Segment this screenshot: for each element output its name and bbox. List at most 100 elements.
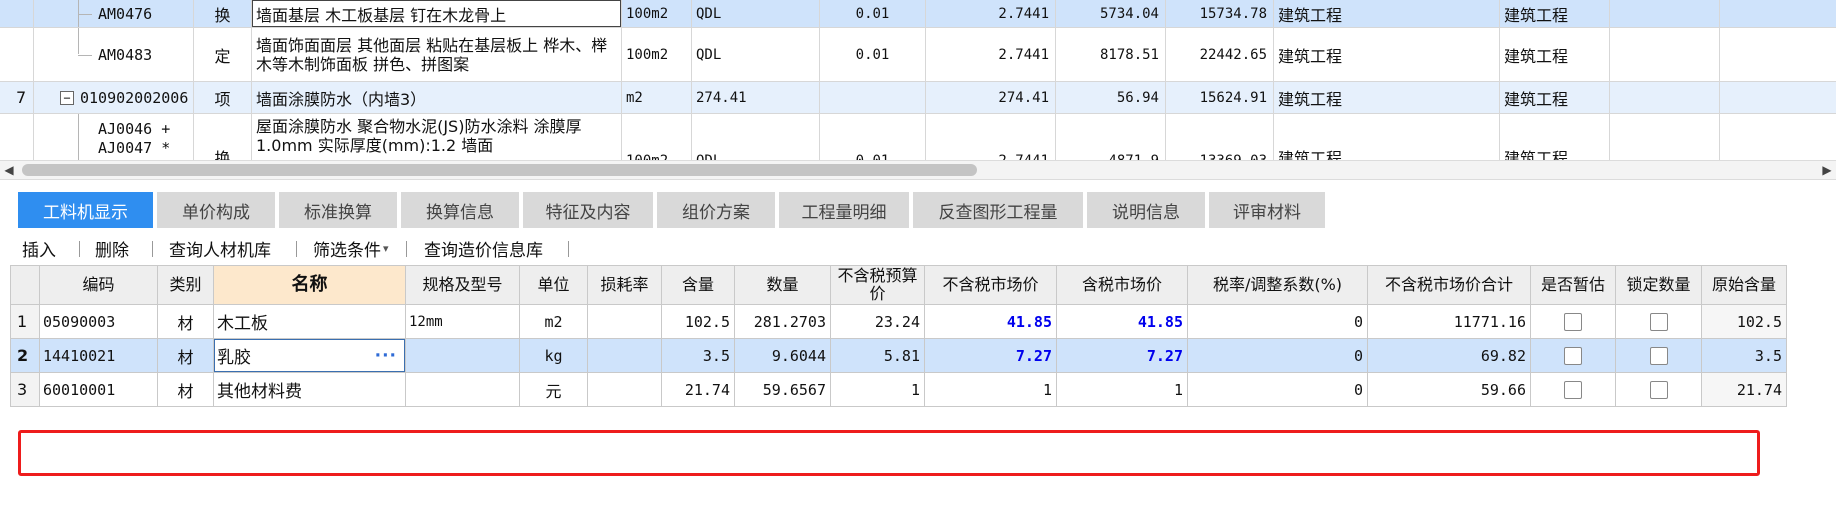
- header-name[interactable]: 名称: [214, 265, 406, 305]
- table-row[interactable]: AM0476 换 墙面基层 木工板基层 钉在木龙骨上 100m2 QDL 0.0…: [0, 0, 1836, 28]
- filter-dropdown[interactable]: 筛选条件 ▾: [313, 236, 389, 261]
- quantity-cell[interactable]: 274.41: [926, 82, 1056, 113]
- unit-cell[interactable]: kg: [520, 339, 588, 373]
- loss-cell[interactable]: [588, 305, 662, 339]
- market-price-cell[interactable]: 7.27: [925, 339, 1057, 373]
- quantity-cell[interactable]: 9.6044: [735, 339, 831, 373]
- code-cell[interactable]: − 010902002006: [34, 82, 194, 113]
- spec-cell[interactable]: 12mm: [406, 305, 520, 339]
- code-cell[interactable]: AM0483: [34, 28, 194, 81]
- header-budget-price[interactable]: 不含税预算价: [831, 265, 925, 305]
- header-type[interactable]: 类别: [158, 265, 214, 305]
- provisional-checkbox[interactable]: [1564, 346, 1582, 365]
- header-tax-rate[interactable]: 税率/调整系数(%): [1188, 265, 1368, 305]
- header-tax-market-price[interactable]: 含税市场价: [1057, 265, 1188, 305]
- type-cell[interactable]: 定: [194, 28, 252, 81]
- collapse-toggle-icon[interactable]: −: [60, 90, 74, 105]
- delete-button[interactable]: 删除: [95, 236, 129, 261]
- category-cell[interactable]: 建筑工程: [1274, 28, 1500, 81]
- budget-price-cell[interactable]: 5.81: [831, 339, 925, 373]
- loss-cell[interactable]: [588, 373, 662, 407]
- name-cell[interactable]: 其他材料费: [214, 373, 406, 407]
- provisional-checkbox[interactable]: [1564, 312, 1582, 331]
- tab-description[interactable]: 说明信息: [1087, 192, 1205, 228]
- category-cell[interactable]: 建筑工程: [1274, 0, 1500, 27]
- header-code[interactable]: 编码: [40, 265, 158, 305]
- header-lock-qty[interactable]: 锁定数量: [1616, 265, 1702, 305]
- quantity-cell[interactable]: 281.2703: [735, 305, 831, 339]
- category-cell[interactable]: 建筑工程: [1274, 114, 1500, 160]
- quantity-cell[interactable]: 2.7441: [926, 0, 1056, 27]
- lock-qty-checkbox[interactable]: [1649, 312, 1668, 331]
- header-market-total[interactable]: 不含税市场价合计: [1368, 265, 1531, 305]
- scroll-left-icon[interactable]: ◀: [0, 161, 18, 179]
- horizontal-scrollbar[interactable]: ◀ ▶: [0, 160, 1836, 180]
- content-cell[interactable]: 0.01: [820, 0, 926, 27]
- category2-cell[interactable]: 建筑工程: [1500, 114, 1610, 160]
- scroll-right-icon[interactable]: ▶: [1818, 161, 1836, 179]
- quantity-cell[interactable]: 59.6567: [735, 373, 831, 407]
- total-cell[interactable]: 13369.03: [1166, 114, 1274, 160]
- spec-cell[interactable]: [406, 373, 520, 407]
- header-quantity[interactable]: 数量: [735, 265, 831, 305]
- unit-price-cell[interactable]: 8178.51: [1056, 28, 1166, 81]
- unit-cell[interactable]: 100m2: [622, 114, 692, 160]
- code-cell[interactable]: 60010001: [40, 373, 158, 407]
- category2-cell[interactable]: 建筑工程: [1500, 82, 1610, 113]
- table-row[interactable]: 1 05090003 材 木工板 12mm m2 102.5 281.2703 …: [10, 305, 1787, 339]
- tab-review-material[interactable]: 评审材料: [1209, 192, 1325, 228]
- unit-cell[interactable]: 100m2: [622, 28, 692, 81]
- quantity-cell[interactable]: 2.7441: [926, 114, 1056, 160]
- type-cell[interactable]: 材: [158, 339, 214, 373]
- header-content[interactable]: 含量: [662, 265, 735, 305]
- qty-expr-cell[interactable]: QDL: [692, 114, 820, 160]
- unit-cell[interactable]: 元: [520, 373, 588, 407]
- name-cell[interactable]: 墙面饰面面层 其他面层 粘贴在基层板上 桦木、榉木等木制饰面板 拼色、拼图案: [252, 28, 622, 81]
- lock-qty-checkbox[interactable]: [1649, 380, 1668, 399]
- qty-expr-cell[interactable]: QDL: [692, 0, 820, 27]
- code-cell[interactable]: AM0476: [34, 0, 194, 27]
- quantity-cell[interactable]: 2.7441: [926, 28, 1056, 81]
- tax-rate-cell[interactable]: 0: [1188, 373, 1368, 407]
- qty-expr-cell[interactable]: QDL: [692, 28, 820, 81]
- content-cell[interactable]: 0.01: [820, 114, 926, 160]
- table-row[interactable]: 7 − 010902002006 项 墙面涂膜防水（内墙3） m2 274.41…: [0, 82, 1836, 114]
- unit-price-cell[interactable]: 4871.9: [1056, 114, 1166, 160]
- content-cell[interactable]: 0.01: [820, 28, 926, 81]
- tax-rate-cell[interactable]: 0: [1188, 305, 1368, 339]
- category2-cell[interactable]: 建筑工程: [1500, 28, 1610, 81]
- unit-cell[interactable]: m2: [622, 82, 692, 113]
- more-options-icon[interactable]: ···: [375, 346, 397, 366]
- query-price-button[interactable]: 查询造价信息库: [424, 236, 543, 261]
- category-cell[interactable]: 建筑工程: [1274, 82, 1500, 113]
- insert-button[interactable]: 插入: [22, 236, 56, 261]
- name-cell[interactable]: 墙面涂膜防水（内墙3）: [252, 82, 622, 113]
- type-cell[interactable]: 材: [158, 373, 214, 407]
- header-orig-content[interactable]: 原始含量: [1702, 265, 1787, 305]
- unit-cell[interactable]: m2: [520, 305, 588, 339]
- content-cell[interactable]: 102.5: [662, 305, 735, 339]
- tab-features[interactable]: 特征及内容: [523, 192, 653, 228]
- query-library-button[interactable]: 查询人材机库: [169, 236, 271, 261]
- total-cell[interactable]: 15624.91: [1166, 82, 1274, 113]
- qty-expr-cell[interactable]: 274.41: [692, 82, 820, 113]
- tab-pricing-scheme[interactable]: 组价方案: [657, 192, 775, 228]
- total-cell[interactable]: 22442.65: [1166, 28, 1274, 81]
- type-cell[interactable]: 换: [194, 114, 252, 160]
- table-row[interactable]: 2 14410021 材 乳胶 ··· kg 3.5 9.6044 5.81 7…: [10, 339, 1787, 373]
- type-cell[interactable]: 材: [158, 305, 214, 339]
- code-cell[interactable]: 05090003: [40, 305, 158, 339]
- code-cell[interactable]: AJ0046 + AJ0047 *: [34, 114, 194, 160]
- provisional-checkbox[interactable]: [1564, 380, 1582, 399]
- type-cell[interactable]: 换: [194, 0, 252, 27]
- tab-quantity-detail[interactable]: 工程量明细: [779, 192, 909, 228]
- market-price-cell[interactable]: 1: [925, 373, 1057, 407]
- tab-conversion-info[interactable]: 换算信息: [401, 192, 519, 228]
- name-cell[interactable]: 屋面涂膜防水 聚合物水泥(JS)防水涂料 涂膜厚1.0mm 实际厚度(mm):1…: [252, 114, 622, 160]
- category2-cell[interactable]: 建筑工程: [1500, 0, 1610, 27]
- header-spec[interactable]: 规格及型号: [406, 265, 520, 305]
- name-cell[interactable]: 木工板: [214, 305, 406, 339]
- tax-market-price-cell[interactable]: 1: [1057, 373, 1188, 407]
- header-provisional[interactable]: 是否暂估: [1531, 265, 1616, 305]
- tax-market-price-cell[interactable]: 7.27: [1057, 339, 1188, 373]
